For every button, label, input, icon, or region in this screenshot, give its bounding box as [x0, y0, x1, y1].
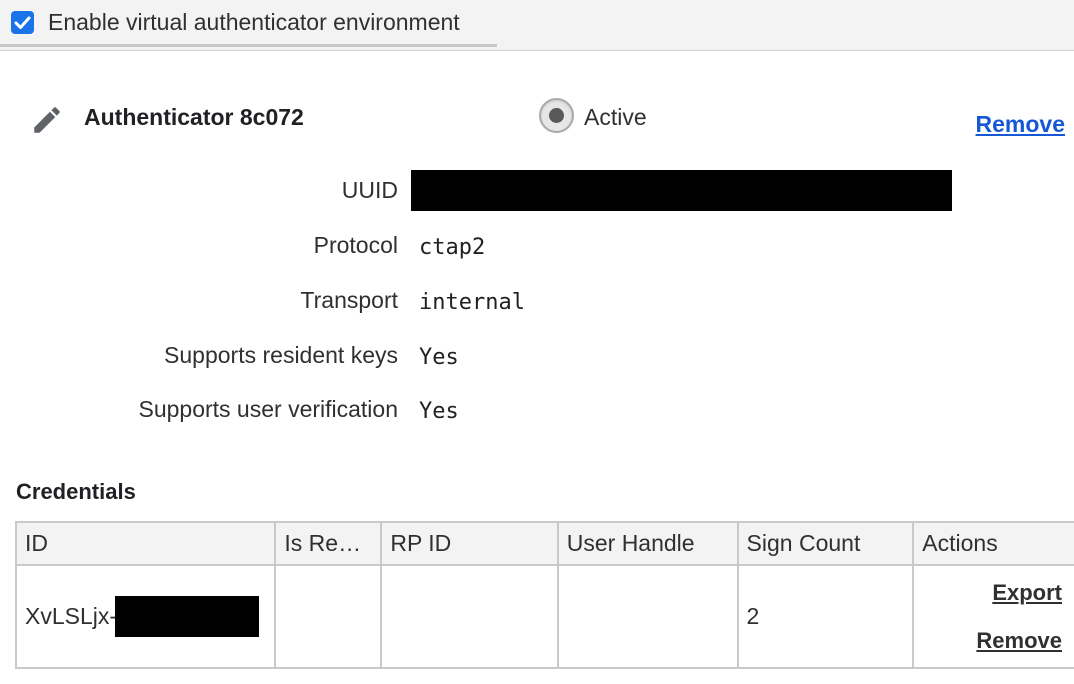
is-resident-cell — [274, 564, 383, 669]
credentials-heading: Credentials — [16, 479, 136, 504]
enable-environment-checkbox[interactable] — [11, 11, 34, 34]
credential-id-prefix: XvLSLjx- — [25, 603, 118, 629]
sign-count-cell: 2 — [736, 564, 915, 669]
protocol-label: Protocol — [313, 232, 398, 258]
enable-environment-label[interactable]: Enable virtual authenticator environment — [48, 9, 460, 36]
column-header-rp-id[interactable]: RP ID — [380, 521, 559, 566]
protocol-value: ctap2 — [419, 235, 486, 260]
user-verification-label: Supports user verification — [138, 396, 398, 422]
uuid-redacted-value — [411, 170, 952, 211]
rp-id-cell — [380, 564, 559, 669]
active-radio-button[interactable] — [539, 98, 574, 133]
column-header-sign-count[interactable]: Sign Count — [736, 521, 915, 566]
user-verification-value: Yes — [419, 399, 459, 424]
actions-cell: Export Remove — [912, 564, 1074, 669]
uuid-label: UUID — [341, 177, 398, 203]
radio-selected-dot — [549, 108, 564, 123]
active-label[interactable]: Active — [584, 104, 647, 131]
column-header-id[interactable]: ID — [14, 521, 277, 566]
credential-id-redacted — [115, 596, 260, 637]
column-header-user-handle[interactable]: User Handle — [556, 521, 739, 566]
column-header-is-resident[interactable]: Is Re… — [274, 521, 383, 566]
column-header-actions[interactable]: Actions — [912, 521, 1074, 566]
resident-keys-value: Yes — [419, 345, 459, 370]
table-row: XvLSLjx- 2 Export Remove — [14, 564, 1074, 669]
transport-value: internal — [419, 290, 525, 315]
authenticator-title: Authenticator 8c072 — [84, 104, 304, 130]
credential-id-cell: XvLSLjx- — [14, 564, 277, 669]
user-handle-cell — [556, 564, 739, 669]
resident-keys-label: Supports resident keys — [164, 342, 398, 368]
edit-name-pencil-icon[interactable] — [30, 103, 64, 142]
export-credential-link[interactable]: Export — [922, 569, 1062, 617]
credentials-table: ID Is Re… RP ID User Handle Sign Count A… — [14, 521, 1074, 669]
checkmark-icon — [14, 16, 31, 29]
toolbar-divider — [0, 44, 497, 47]
toolbar: Enable virtual authenticator environment — [0, 0, 1074, 51]
transport-label: Transport — [300, 287, 398, 313]
remove-credential-link[interactable]: Remove — [922, 617, 1062, 665]
table-header-row: ID Is Re… RP ID User Handle Sign Count A… — [14, 521, 1074, 566]
remove-authenticator-link[interactable]: Remove — [976, 111, 1065, 138]
